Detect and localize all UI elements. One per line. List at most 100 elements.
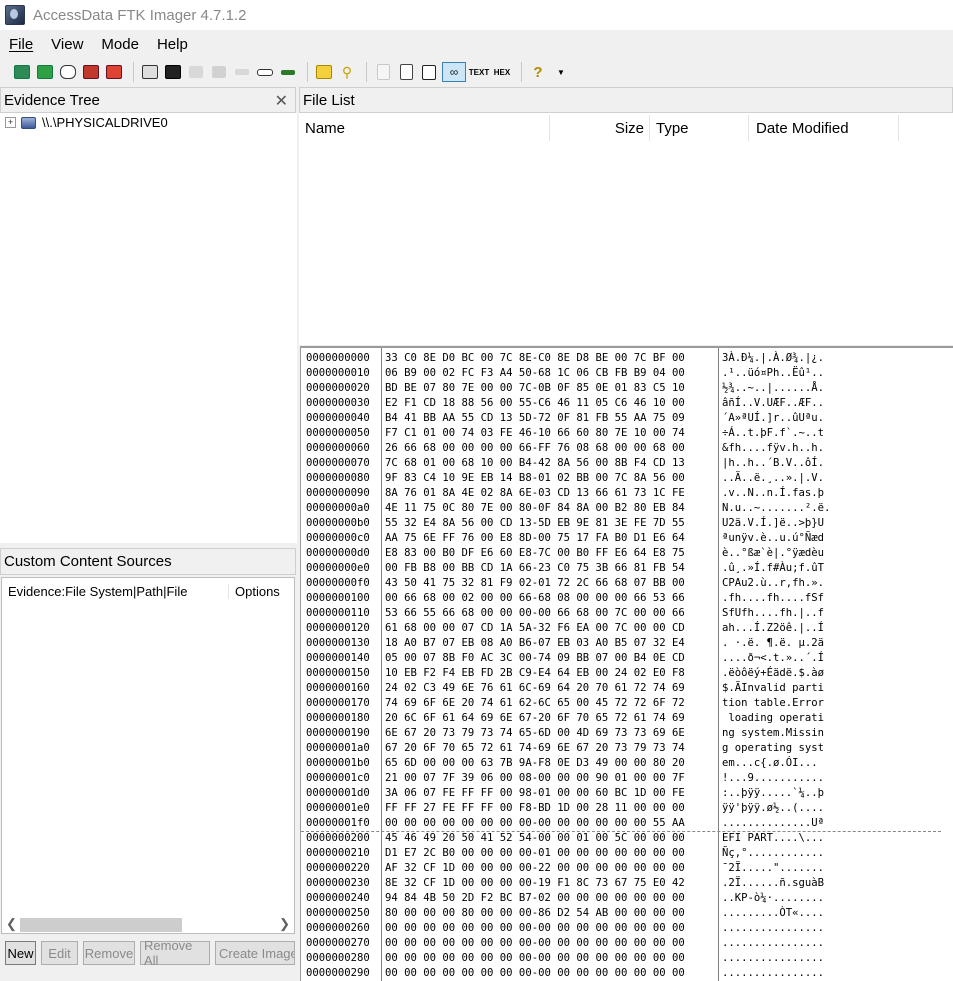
create-image-button[interactable]: Create Image xyxy=(215,941,295,965)
verify-drive-icon[interactable] xyxy=(396,62,416,82)
menu-view[interactable]: View xyxy=(42,36,92,53)
detect-encryption-icon[interactable] xyxy=(278,62,298,82)
auto-preview-icon[interactable]: ∞ xyxy=(442,62,466,82)
image-mounting-icon[interactable] xyxy=(58,62,78,82)
hex-row[interactable]: 0000000170 74 69 6F 6E 20 74 61 62-6C 65 … xyxy=(301,696,953,711)
hex-row[interactable]: 0000000070 7C 68 01 00 68 10 00 B4-42 8A … xyxy=(301,456,953,471)
hex-row[interactable]: 00000000b0 55 32 E4 8A 56 00 CD 13-5D EB … xyxy=(301,516,953,531)
expand-icon[interactable]: + xyxy=(5,117,16,128)
column-options[interactable]: Options xyxy=(229,584,280,599)
export-disk-image-icon[interactable] xyxy=(163,62,183,82)
remove-button[interactable]: Remove xyxy=(83,941,135,965)
export-file-hash-list-icon[interactable]: ⚲ xyxy=(337,62,357,82)
hex-row[interactable]: 0000000280 00 00 00 00 00 00 00 00-00 00 … xyxy=(301,951,953,966)
hex-row[interactable]: 00000001b0 65 6D 00 00 00 63 7B 9A-F8 0E … xyxy=(301,756,953,771)
column-name[interactable]: Name xyxy=(305,115,550,141)
hex-row[interactable]: 0000000110 53 66 55 66 68 00 00 00-00 66 … xyxy=(301,606,953,621)
scrollbar-thumb[interactable] xyxy=(20,918,182,932)
hex-row[interactable]: 0000000120 61 68 00 00 07 CD 1A 5A-32 F6 … xyxy=(301,621,953,636)
hex-row[interactable]: 0000000060 26 66 68 00 00 00 00 66-FF 76 … xyxy=(301,441,953,456)
hex-row[interactable]: 00000000d0 E8 83 00 B0 DF E6 60 E8-7C 00 … xyxy=(301,546,953,561)
column-size[interactable]: Size xyxy=(550,115,650,141)
hex-row[interactable]: 0000000040 B4 41 BB AA 55 CD 13 5D-72 0F … xyxy=(301,411,953,426)
export-files-icon[interactable] xyxy=(314,62,334,82)
hex-view-icon[interactable]: HEX xyxy=(492,62,512,82)
toolbar-separator xyxy=(366,62,367,82)
hex-row[interactable]: 0000000130 18 A0 B7 07 EB 08 A0 B6-07 EB … xyxy=(301,636,953,651)
hex-ascii: .v..N..n.Í.fas.þ xyxy=(722,487,825,499)
hex-offset: 0000000060 xyxy=(306,442,370,454)
hex-row[interactable]: 00000001f0 00 00 00 00 00 00 00 00-00 00 … xyxy=(301,816,953,831)
hex-row[interactable]: 0000000050 F7 C1 01 00 74 03 FE 46-10 66 … xyxy=(301,426,953,441)
menu-mode[interactable]: Mode xyxy=(92,36,148,53)
hex-row[interactable]: 0000000190 6E 67 20 73 79 73 74 65-6D 00 … xyxy=(301,726,953,741)
hex-row[interactable]: 0000000140 05 00 07 8B F0 AC 3C 00-74 09 … xyxy=(301,651,953,666)
hex-row[interactable]: 0000000230 8E 32 CF 1D 00 00 00 00-19 F1 … xyxy=(301,876,953,891)
hex-row[interactable]: 0000000250 80 00 00 00 80 00 00 00-86 D2 … xyxy=(301,906,953,921)
hex-row[interactable]: 00000000a0 4E 11 75 0C 80 7E 00 80-0F 84 … xyxy=(301,501,953,516)
hex-row[interactable]: 00000000c0 AA 75 6E FF 76 00 E8 8D-00 75 … xyxy=(301,531,953,546)
hex-row[interactable]: 0000000000 33 C0 8E D0 BC 00 7C 8E-C0 8E … xyxy=(301,351,953,366)
hex-ascii: :..þÿÿ.....`¼..þ xyxy=(722,787,825,799)
toolbar: ⚲ ∞ TEXT HEX ? ▼ xyxy=(0,58,953,86)
remove-all-button[interactable]: Remove All xyxy=(140,938,210,968)
hex-row[interactable]: 00000000e0 00 FB B8 00 BB CD 1A 66-23 C0 … xyxy=(301,561,953,576)
menu-help[interactable]: Help xyxy=(148,36,197,53)
hex-row[interactable]: 00000001c0 21 00 07 7F 39 06 00 08-00 00 … xyxy=(301,771,953,786)
dropdown-icon[interactable]: ▼ xyxy=(551,62,571,82)
hex-row[interactable]: 0000000030 E2 F1 CD 18 88 56 00 55-C6 46 … xyxy=(301,396,953,411)
menu-file[interactable]: File xyxy=(0,36,42,53)
scroll-left-icon[interactable]: ❮ xyxy=(6,916,17,932)
capture-memory-icon[interactable] xyxy=(419,62,439,82)
horizontal-scrollbar[interactable]: ❮ ❯ xyxy=(2,915,294,933)
hex-row[interactable]: 0000000020 BD BE 07 80 7E 00 00 7C-0B 0F … xyxy=(301,381,953,396)
hex-row[interactable]: 0000000150 10 EB F2 F4 EB FD 2B C9-E4 64 … xyxy=(301,666,953,681)
column-date-modified[interactable]: Date Modified xyxy=(756,115,899,141)
column-type[interactable]: Type xyxy=(656,115,749,141)
hex-row[interactable]: 0000000270 00 00 00 00 00 00 00 00-00 00 … xyxy=(301,936,953,951)
custom-content-buttons: New Edit Remove Remove All Create Image xyxy=(5,938,295,968)
hex-row[interactable]: 0000000160 24 02 C3 49 6E 76 61 6C-69 64 … xyxy=(301,681,953,696)
help-icon[interactable]: ? xyxy=(528,62,548,82)
add-evidence-icon[interactable] xyxy=(12,62,32,82)
hex-row[interactable]: 0000000210 D1 E7 2C B0 00 00 00 00-01 00 … xyxy=(301,846,953,861)
remove-evidence-icon[interactable] xyxy=(81,62,101,82)
hex-bytes: 80 00 00 00 80 00 00 00-86 D2 54 AB 00 0… xyxy=(385,907,685,919)
hex-row[interactable]: 0000000100 00 66 68 00 02 00 00 66-68 08 … xyxy=(301,591,953,606)
text-view-icon[interactable]: TEXT xyxy=(469,62,489,82)
hex-bytes: 9F 83 C4 10 9E EB 14 B8-01 02 BB 00 7C 8… xyxy=(385,472,685,484)
hex-bytes: 94 84 4B 50 2D F2 BC B7-02 00 00 00 00 0… xyxy=(385,892,685,904)
add-all-attached-devices-icon[interactable] xyxy=(35,62,55,82)
close-icon[interactable]: ✕ xyxy=(275,91,288,111)
hex-row[interactable]: 0000000240 94 84 4B 50 2D F2 BC B7-02 00 … xyxy=(301,891,953,906)
export-logical-image-icon[interactable] xyxy=(186,62,206,82)
add-to-custom-content-icon[interactable] xyxy=(209,62,229,82)
hex-offset: 0000000010 xyxy=(306,367,370,379)
tree-item-physicaldrive0[interactable]: + \\.\PHYSICALDRIVE0 xyxy=(5,115,168,130)
hex-row[interactable]: 00000000f0 43 50 41 75 32 81 F9 02-01 72 … xyxy=(301,576,953,591)
hex-row[interactable]: 0000000200 45 46 49 20 50 41 52 54-00 00 … xyxy=(301,831,953,846)
edit-button[interactable]: Edit xyxy=(41,941,78,965)
hex-row[interactable]: 00000001e0 FF FF 27 FE FF FF 00 F8-BD 1D … xyxy=(301,801,953,816)
hex-bytes: 10 EB F2 F4 EB FD 2B C9-E4 64 EB 00 24 0… xyxy=(385,667,685,679)
export-directory-listing-icon[interactable] xyxy=(373,62,393,82)
remove-all-evidence-icon[interactable] xyxy=(104,62,124,82)
scroll-right-icon[interactable]: ❯ xyxy=(279,916,290,932)
hex-offset: 0000000270 xyxy=(306,937,370,949)
hex-row[interactable]: 0000000180 20 6C 6F 61 64 69 6E 67-20 6F … xyxy=(301,711,953,726)
hex-row[interactable]: 0000000080 9F 83 C4 10 9E EB 14 B8-01 02 … xyxy=(301,471,953,486)
hex-row[interactable]: 0000000010 06 B9 00 02 FC F3 A4 50-68 1C … xyxy=(301,366,953,381)
hex-row[interactable]: 0000000090 8A 76 01 8A 4E 02 8A 6E-03 CD … xyxy=(301,486,953,501)
hex-row[interactable]: 0000000290 00 00 00 00 00 00 00 00-00 00 … xyxy=(301,966,953,981)
hex-row[interactable]: 00000001d0 3A 06 07 FE FF FF 00 98-01 00 … xyxy=(301,786,953,801)
create-custom-content-image-icon[interactable] xyxy=(232,62,252,82)
decrypt-ad1-icon[interactable] xyxy=(255,62,275,82)
hex-row[interactable]: 00000001a0 67 20 6F 70 65 72 61 74-69 6E … xyxy=(301,741,953,756)
column-evidence-path[interactable]: Evidence:File System|Path|File xyxy=(2,583,229,599)
hex-row[interactable]: 0000000260 00 00 00 00 00 00 00 00-00 00 … xyxy=(301,921,953,936)
hex-viewer[interactable]: 0000000000 33 C0 8E D0 BC 00 7C 8E-C0 8E … xyxy=(300,346,953,981)
hex-row[interactable]: 0000000220 AF 32 CF 1D 00 00 00 00-22 00 … xyxy=(301,861,953,876)
new-button[interactable]: New xyxy=(5,941,36,965)
hex-offset: 0000000110 xyxy=(306,607,370,619)
create-disk-image-icon[interactable] xyxy=(140,62,160,82)
